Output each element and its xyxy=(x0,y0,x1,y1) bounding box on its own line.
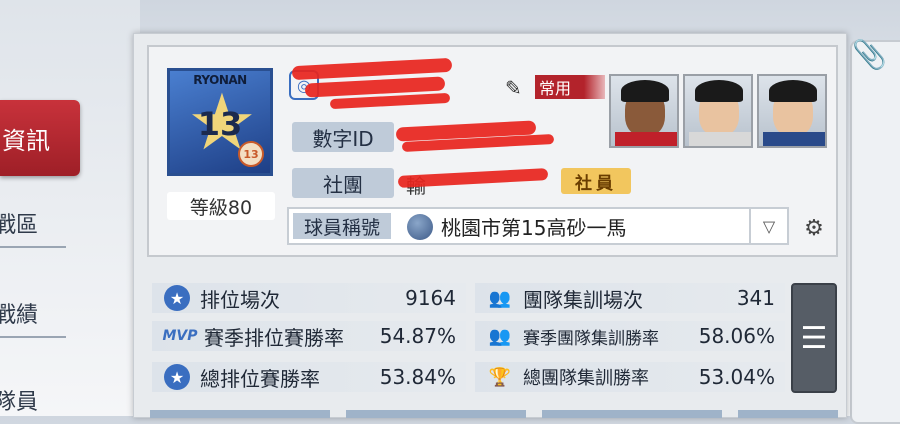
nav-item-members[interactable]: 隊員 xyxy=(0,376,66,424)
stat-name: 賽季排位賽勝率 xyxy=(204,325,344,350)
team-badge: RYONAN ★ 13 13 xyxy=(167,68,273,176)
bottom-tab[interactable] xyxy=(542,410,722,418)
avatar[interactable] xyxy=(683,74,753,148)
title-value: 桃園市第15高砂一馬 xyxy=(441,215,627,240)
nav-item-label: 戰績 xyxy=(0,303,39,328)
title-label: 球員稱號 xyxy=(293,213,391,239)
avatar-shirt xyxy=(689,132,751,146)
star-icon: ★ xyxy=(164,364,190,390)
nav-item-label: 資訊 xyxy=(2,126,50,155)
stat-row: 🏆 總團隊集訓勝率 53.04% xyxy=(475,362,785,392)
nav-item-label: 隊員 xyxy=(0,390,39,415)
mvp-icon: MVP xyxy=(162,328,198,344)
stat-name: 總團隊集訓勝率 xyxy=(523,368,649,389)
stat-value: 341 xyxy=(736,286,775,310)
nav-item-info[interactable]: 資訊 xyxy=(0,100,80,176)
team-icon: 👥 xyxy=(488,325,512,347)
title-selector[interactable]: 球員稱號 桃園市第15高砂一馬 ▽ xyxy=(287,207,789,245)
team-icon: 👥 xyxy=(488,287,512,309)
gear-icon[interactable]: ⚙ xyxy=(802,216,826,241)
dropdown-arrow-icon[interactable]: ▽ xyxy=(749,209,787,243)
stat-row: 👥 團隊集訓場次 341 xyxy=(475,283,785,313)
common-tag: 常用 xyxy=(535,75,605,99)
stat-value: 58.06% xyxy=(698,324,775,348)
nav-item-record[interactable]: 戰績 xyxy=(0,290,66,338)
stats-list-button[interactable]: ☰ xyxy=(791,283,837,393)
stat-name: 團隊集訓場次 xyxy=(523,287,643,312)
avatar-shirt xyxy=(763,132,825,146)
bottom-tab[interactable] xyxy=(346,410,526,418)
stat-value: 9164 xyxy=(405,286,456,310)
avatar-hair xyxy=(769,80,817,102)
stat-value: 53.84% xyxy=(379,365,456,389)
badge-number: 13 xyxy=(197,105,243,143)
stat-name: 排位場次 xyxy=(200,287,280,312)
stat-row: ★ 總排位賽勝率 53.84% xyxy=(152,362,466,392)
member-tag: 社員 xyxy=(561,168,631,194)
level-label: 等級80 xyxy=(167,192,275,220)
paperclip-icon: 📎 xyxy=(852,38,887,71)
nav-item-label: 戰區 xyxy=(0,213,39,238)
avatar-hair xyxy=(695,80,743,102)
club-label: 社團 xyxy=(292,168,394,198)
stat-name: 總排位賽勝率 xyxy=(200,366,320,391)
stat-row: ★ 排位場次 9164 xyxy=(152,283,466,313)
nav-item-battle-zone[interactable]: 戰區 xyxy=(0,200,66,248)
id-label: 數字ID xyxy=(292,122,394,152)
avatar[interactable] xyxy=(609,74,679,148)
star-icon: ★ xyxy=(164,285,190,311)
bottom-tab[interactable] xyxy=(738,410,838,418)
stat-value: 54.87% xyxy=(379,324,456,348)
basketball-icon xyxy=(407,214,433,240)
avatar[interactable] xyxy=(757,74,827,148)
stat-name: 賽季團隊集訓勝率 xyxy=(523,328,659,349)
avatar-shirt xyxy=(615,132,677,146)
stat-row: MVP 賽季排位賽勝率 54.87% xyxy=(152,321,466,351)
edit-pencil-icon[interactable]: ✎ xyxy=(505,76,529,100)
bottom-tab[interactable] xyxy=(150,410,330,418)
side-panel xyxy=(850,40,900,424)
stat-row: 👥 賽季團隊集訓勝率 58.06% xyxy=(475,321,785,351)
stat-value: 53.04% xyxy=(698,365,775,389)
badge-sub-number: 13 xyxy=(238,141,264,167)
avatar-hair xyxy=(621,80,669,102)
trophy-icon: 🏆 xyxy=(488,366,512,388)
